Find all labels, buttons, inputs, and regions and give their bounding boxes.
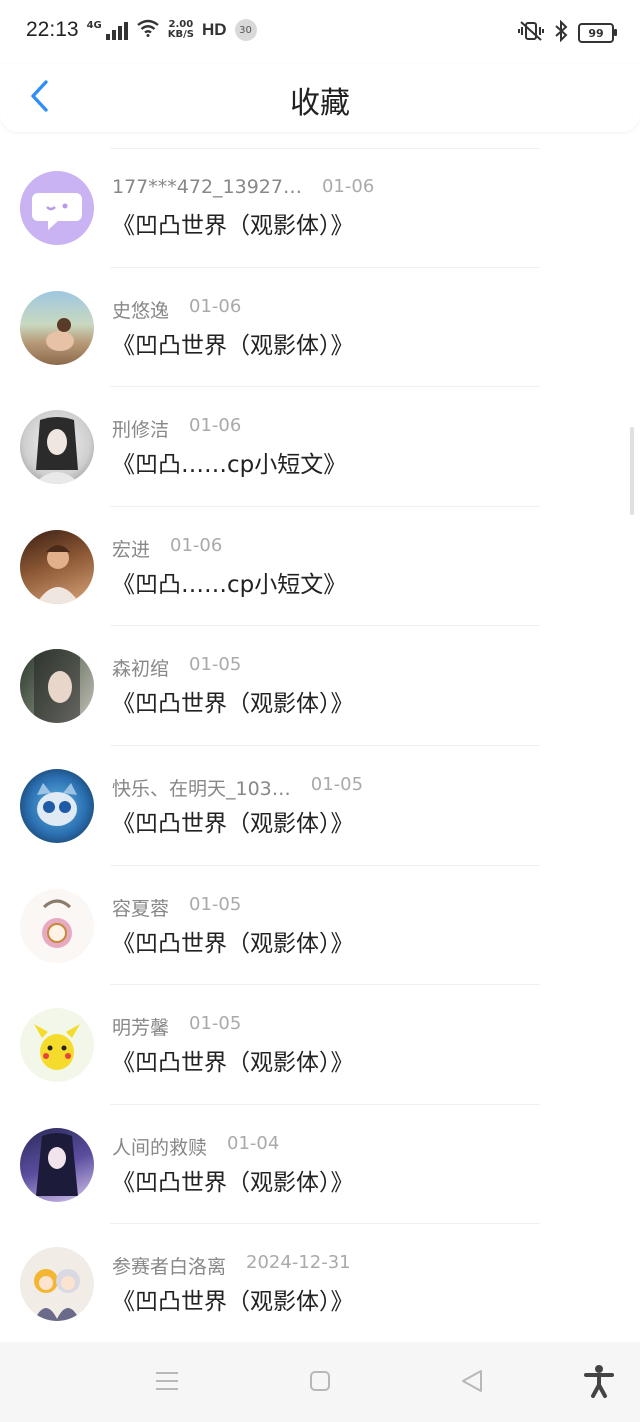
chat-bubble-avatar[interactable]: [20, 171, 94, 245]
photo-avatar[interactable]: [20, 529, 94, 604]
list-item[interactable]: 史悠逸 01-06 《凹凸世界（观影体）》: [0, 268, 640, 388]
item-date: 01-05: [189, 893, 242, 915]
list-item[interactable]: 容夏蓉 01-05 《凹凸世界（观影体）》: [0, 866, 640, 986]
item-date: 01-05: [189, 1013, 242, 1035]
wifi-icon: [136, 19, 160, 41]
item-title[interactable]: 《凹凸世界（观影体）》: [112, 206, 354, 240]
photo-avatar[interactable]: [20, 410, 94, 485]
photo-avatar[interactable]: [20, 768, 94, 843]
item-date: 01-06: [170, 534, 223, 556]
item-date: 01-05: [189, 654, 242, 676]
item-title[interactable]: 《凹凸……cp小短文》: [112, 565, 346, 599]
signal-icon: [105, 20, 128, 40]
user-name: 快乐、在明天_103…: [112, 777, 291, 800]
list-item[interactable]: 明芳馨 01-05 《凹凸世界（观影体）》: [0, 985, 640, 1105]
item-title[interactable]: 《凹凸世界（观影体）》: [112, 804, 354, 838]
speed-unit: KB/S: [167, 29, 194, 40]
list-item[interactable]: 快乐、在明天_103… 01-05 《凹凸世界（观影体）》: [0, 746, 640, 866]
item-title[interactable]: 《凹凸世界（观影体）》: [112, 924, 354, 958]
status-time: 22:13: [26, 18, 79, 41]
user-name: 明芳馨: [112, 1017, 170, 1040]
item-date: 01-06: [189, 295, 242, 317]
home-square-icon: [308, 1369, 332, 1397]
photo-avatar[interactable]: [20, 1008, 94, 1083]
network-type: 4G: [86, 19, 102, 31]
header: 收藏: [0, 64, 640, 132]
user-name: 177***472_13927…: [112, 176, 302, 198]
network-speed: 2.00 KB/S: [168, 20, 194, 40]
user-name: 史悠逸: [112, 299, 170, 322]
item-title[interactable]: 《凹凸世界（观影体）》: [112, 684, 354, 718]
battery-icon: 99: [578, 23, 617, 43]
item-date: 01-05: [310, 773, 364, 795]
home-button[interactable]: [305, 1368, 335, 1398]
photo-avatar[interactable]: [20, 290, 94, 365]
list-item[interactable]: 人间的救赎 01-04 《凹凸世界（观影体）》: [0, 1105, 640, 1225]
photo-avatar[interactable]: [20, 1247, 94, 1322]
list-item[interactable]: 参赛者白洛离 2024-12-31 《凹凸世界（观影体）》: [0, 1224, 640, 1344]
item-title[interactable]: 《凹凸……cp小短文》: [112, 445, 346, 479]
menu-icon: [154, 1370, 180, 1396]
accessibility-button[interactable]: [584, 1365, 614, 1398]
item-date: 2024-12-31: [246, 1252, 351, 1274]
system-nav-bar: [0, 1342, 640, 1422]
item-date: 01-06: [189, 415, 242, 437]
notification-badge: 30: [234, 19, 257, 41]
user-name: 参赛者白洛离: [112, 1256, 227, 1279]
user-name: 人间的救赎: [112, 1136, 208, 1159]
status-bar: 22:13 4G 2.00 KB/S HD 30 99: [0, 0, 640, 64]
photo-avatar[interactable]: [20, 649, 94, 724]
hd-indicator: HD: [201, 20, 227, 39]
item-title[interactable]: 《凹凸世界（观影体）》: [112, 1282, 354, 1316]
item-date: 01-06: [321, 176, 375, 197]
item-title[interactable]: 《凹凸世界（观影体）》: [112, 1163, 354, 1197]
back-nav-button[interactable]: [457, 1368, 487, 1398]
photo-avatar[interactable]: [20, 888, 94, 963]
bluetooth-icon: [554, 19, 568, 46]
scrollbar[interactable]: [630, 427, 634, 515]
item-title[interactable]: 《凹凸世界（观影体）》: [112, 326, 354, 360]
item-title[interactable]: 《凹凸世界（观影体）》: [112, 1043, 354, 1077]
user-name: 宏进: [112, 538, 151, 561]
accessibility-icon: [584, 1364, 614, 1402]
user-name: 刑修洁: [112, 419, 170, 442]
list-item[interactable]: 刑修洁 01-06 《凹凸……cp小短文》: [0, 387, 640, 507]
list-item[interactable]: 177***472_13927… 01-06 《凹凸世界（观影体）》: [0, 148, 640, 268]
menu-button[interactable]: [152, 1368, 182, 1398]
page-title: 收藏: [290, 86, 350, 121]
user-name: 森初绾: [112, 658, 170, 681]
back-triangle-icon: [459, 1368, 485, 1398]
photo-avatar[interactable]: [20, 1127, 94, 1202]
user-name: 容夏蓉: [112, 897, 170, 920]
vibrate-off-icon: [518, 20, 544, 46]
list-item[interactable]: 宏进 01-06 《凹凸……cp小短文》: [0, 507, 640, 627]
list-item[interactable]: 森初绾 01-05 《凹凸世界（观影体）》: [0, 626, 640, 746]
item-date: 01-04: [227, 1132, 280, 1154]
favorites-list[interactable]: 177***472_13927… 01-06 《凹凸世界（观影体）》 史悠逸 01-…: [0, 148, 640, 1344]
